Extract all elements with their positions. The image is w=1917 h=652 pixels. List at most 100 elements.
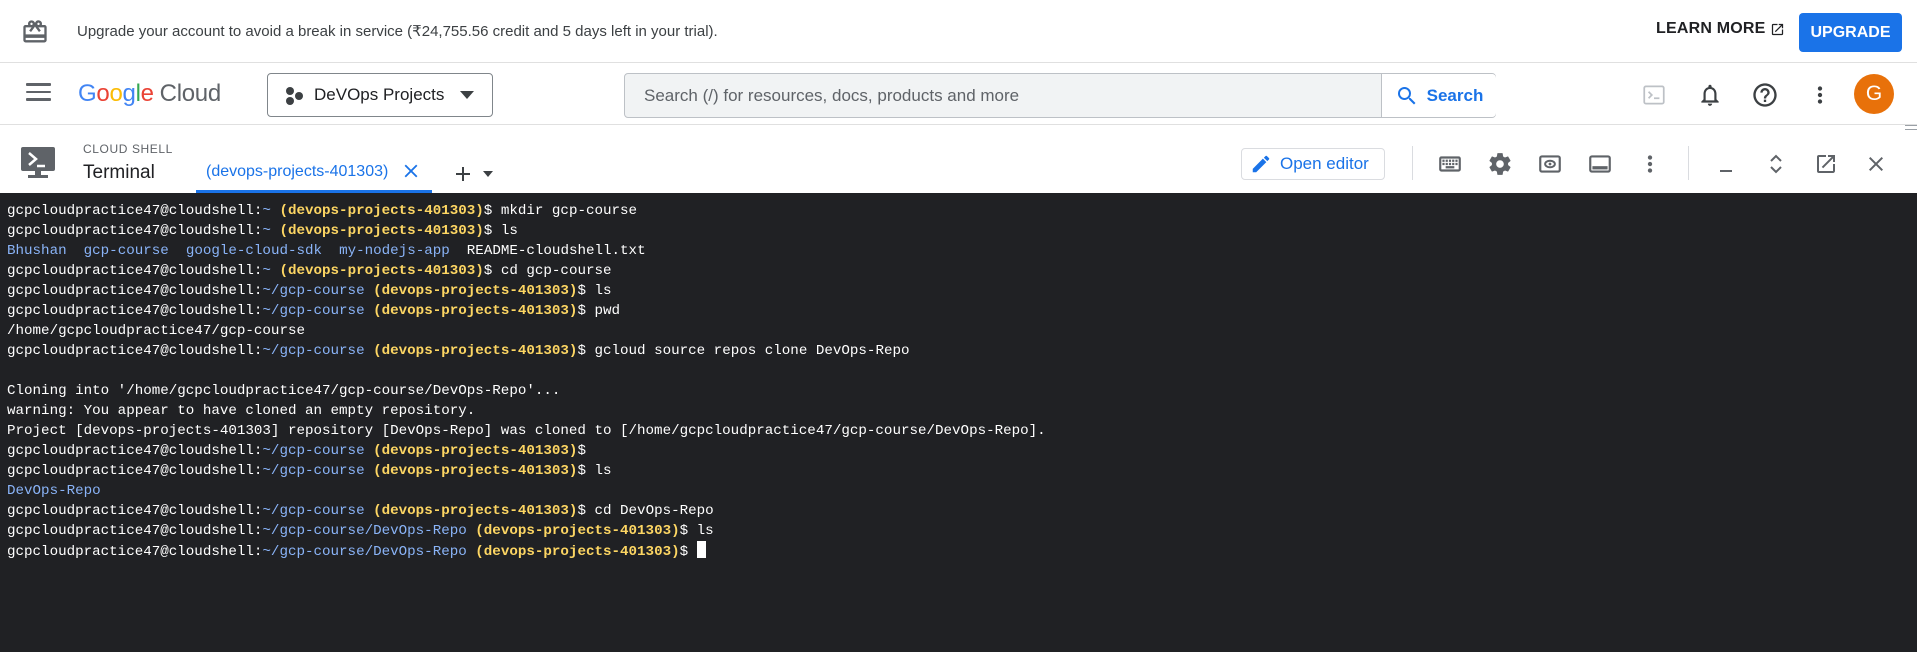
logo-letter: g (122, 80, 136, 107)
learn-more-link[interactable]: LEARN MORE (1656, 20, 1785, 38)
prompt-path: ~/gcp-course (262, 283, 365, 299)
add-icon (456, 167, 470, 181)
menu-icon[interactable] (26, 83, 51, 103)
avatar[interactable]: G (1854, 74, 1894, 114)
command-text: ls (500, 223, 518, 239)
google-cloud-logo[interactable]: Google Cloud (78, 80, 221, 108)
open-new-window-icon[interactable] (1813, 151, 1839, 177)
cloud-shell-title: CLOUD SHELL (83, 142, 173, 156)
more-vert-icon[interactable] (1637, 151, 1663, 177)
top-navigation: GoogleCloud DeVOps Projects Search G (0, 63, 1917, 125)
prompt-project: (devops-projects-401303) (475, 523, 680, 539)
terminal-line: gcpcloudpractice47@cloudshell:~ (devops-… (7, 203, 638, 219)
close-icon[interactable] (400, 156, 422, 187)
directory-entry: Bhushan (7, 243, 67, 259)
minimize-icon[interactable] (1713, 151, 1739, 177)
prompt-user: gcpcloudpractice47@cloudshell: (7, 283, 263, 299)
cloud-shell-icon[interactable] (1639, 80, 1669, 110)
trial-banner: Upgrade your account to avoid a break in… (0, 0, 1917, 63)
prompt-user: gcpcloudpractice47@cloudshell: (7, 463, 263, 479)
terminal-line: gcpcloudpractice47@cloudshell:~/gcp-cour… (7, 523, 714, 539)
prompt-path: ~/gcp-course (262, 503, 365, 519)
open-editor-button[interactable]: Open editor (1241, 148, 1385, 180)
search-input[interactable] (625, 74, 1381, 117)
command-text: mkdir gcp-course (500, 203, 638, 219)
terminal-line: gcpcloudpractice47@cloudshell:~/gcp-cour… (7, 303, 621, 319)
prompt-path: ~/gcp-course/DevOps-Repo (262, 523, 467, 539)
expand-icon[interactable] (1763, 151, 1789, 177)
terminal-line: gcpcloudpractice47@cloudshell:~/gcp-cour… (7, 463, 612, 479)
divider (1688, 146, 1689, 180)
prompt-path: ~/gcp-course (262, 443, 365, 459)
logo-cloud: Cloud (159, 80, 222, 107)
prompt-user: gcpcloudpractice47@cloudshell: (7, 523, 263, 539)
logo-letter: G (78, 80, 97, 107)
terminal-line: DevOps-Repo (7, 481, 1917, 501)
prompt-path: ~ (262, 223, 271, 239)
prompt-path: ~/gcp-course (262, 343, 365, 359)
keyboard-icon[interactable] (1437, 151, 1463, 177)
prompt-user: gcpcloudpractice47@cloudshell: (7, 263, 263, 279)
open-new-window-icon (1771, 23, 1783, 35)
prompt-project: (devops-projects-401303) (373, 303, 578, 319)
open-editor-label: Open editor (1280, 154, 1369, 173)
prompt-path: ~ (262, 203, 271, 219)
upgrade-button[interactable]: UPGRADE (1799, 13, 1902, 52)
prompt-project: (devops-projects-401303) (475, 544, 680, 560)
command-text: pwd (594, 303, 621, 319)
prompt-project: (devops-projects-401303) (373, 463, 578, 479)
prompt-project: (devops-projects-401303) (279, 263, 484, 279)
divider (1412, 146, 1413, 180)
directory-entry: DevOps-Repo (7, 483, 101, 499)
terminal-output[interactable]: gcpcloudpractice47@cloudshell:~ (devops-… (0, 193, 1917, 652)
prompt-path: ~ (262, 263, 271, 279)
tab-label: (devops-projects-401303) (206, 163, 389, 180)
project-icon (284, 85, 304, 105)
command-text: cd gcp-course (500, 263, 612, 279)
prompt-user: gcpcloudpractice47@cloudshell: (7, 223, 263, 239)
output-text: Project [devops-projects-401303] reposit… (7, 423, 1046, 439)
search-bar: Search (624, 73, 1496, 118)
prompt-user: gcpcloudpractice47@cloudshell: (7, 303, 263, 319)
settings-icon[interactable] (1487, 151, 1513, 177)
logo-letter: e (140, 80, 154, 107)
close-icon[interactable] (1863, 151, 1889, 177)
output-text: warning: You appear to have cloned an em… (7, 403, 476, 419)
terminal-line: gcpcloudpractice47@cloudshell:~/gcp-cour… (7, 541, 1917, 561)
notifications-icon[interactable] (1695, 80, 1725, 110)
logo-letter: o (109, 80, 123, 107)
cloud-shell-subtitle: Terminal (83, 162, 155, 183)
cloud-shell-header: CLOUD SHELL Terminal (devops-projects-40… (0, 132, 1917, 193)
more-vert-icon[interactable] (1805, 80, 1835, 110)
terminal-line: Cloning into '/home/gcpcloudpractice47/g… (7, 381, 1917, 401)
logo-letter: o (96, 80, 110, 107)
prompt-user: gcpcloudpractice47@cloudshell: (7, 544, 263, 560)
web-preview-icon[interactable] (1537, 151, 1563, 177)
command-text: gcloud source repos clone DevOps-Repo (594, 343, 910, 359)
terminal-line: gcpcloudpractice47@cloudshell:~/gcp-cour… (7, 443, 595, 459)
terminal-line: gcpcloudpractice47@cloudshell:~/gcp-cour… (7, 343, 910, 359)
prompt-project: (devops-projects-401303) (373, 503, 578, 519)
command-text: cd DevOps-Repo (594, 503, 714, 519)
prompt-project: (devops-projects-401303) (279, 203, 484, 219)
prompt-user: gcpcloudpractice47@cloudshell: (7, 443, 263, 459)
terminal-line: gcpcloudpractice47@cloudshell:~ (devops-… (7, 263, 612, 279)
project-picker[interactable]: DeVOps Projects (267, 73, 493, 117)
help-icon[interactable] (1750, 80, 1780, 110)
directory-entry: google-cloud-sdk (185, 243, 323, 259)
gift-icon (23, 20, 47, 43)
trial-message: Upgrade your account to avoid a break in… (77, 23, 718, 40)
prompt-path: ~/gcp-course/DevOps-Repo (262, 544, 467, 560)
command-text: ls (594, 463, 612, 479)
directory-entry: gcp-course (83, 243, 169, 259)
terminal-icon (21, 147, 55, 178)
file-entry: README-cloudshell.txt (466, 243, 646, 259)
prompt-project: (devops-projects-401303) (279, 223, 484, 239)
search-button[interactable]: Search (1381, 74, 1496, 117)
add-tab-button[interactable] (451, 162, 493, 186)
terminal-cursor (696, 541, 706, 558)
prompt-path: ~/gcp-course (262, 463, 365, 479)
layout-icon[interactable] (1587, 151, 1613, 177)
tab-terminal-session[interactable]: (devops-projects-401303) (196, 156, 433, 193)
